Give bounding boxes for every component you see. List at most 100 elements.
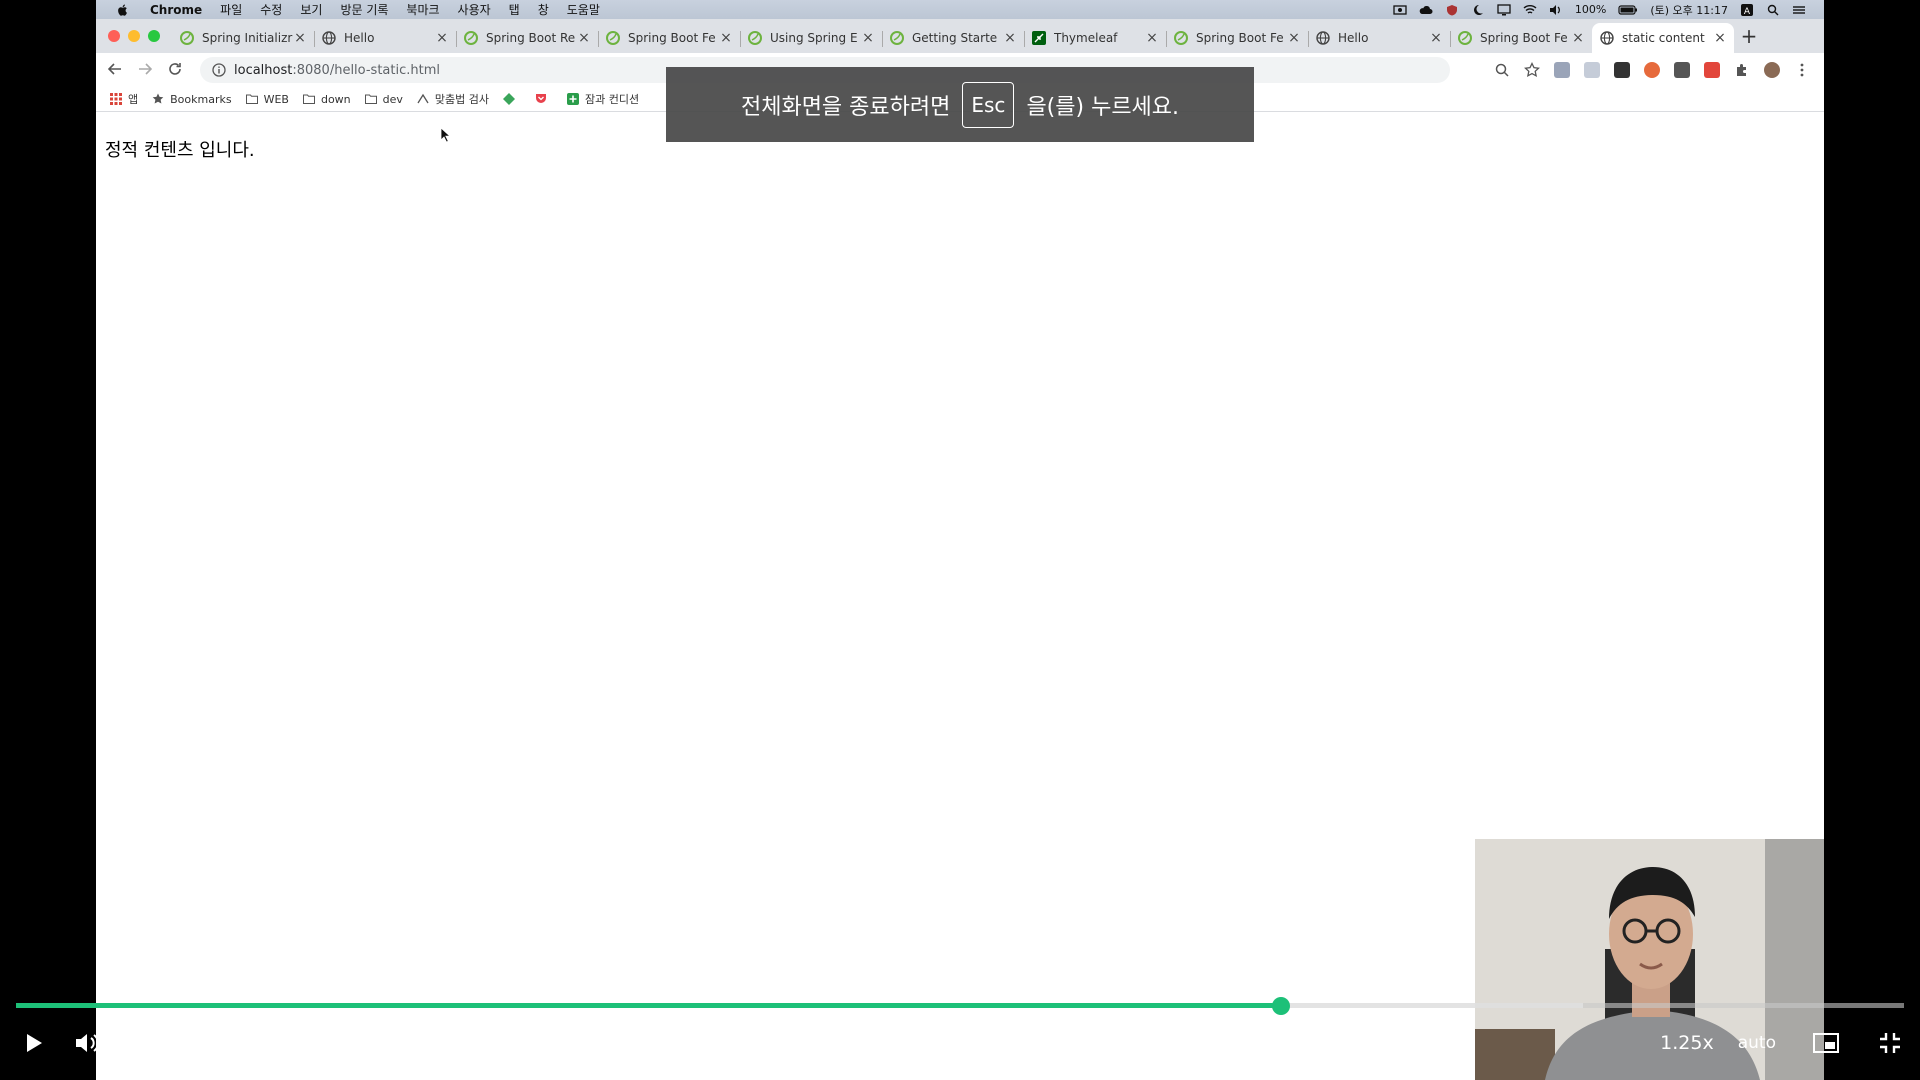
extension-orange-icon[interactable] <box>1644 62 1660 78</box>
toolbar-icons <box>1494 62 1810 78</box>
extension-translate-icon[interactable] <box>1554 62 1570 78</box>
tab-close-icon[interactable]: × <box>720 30 732 46</box>
bookmark-folder-down[interactable]: down <box>302 92 351 106</box>
fullscreen-window-button[interactable] <box>148 30 160 42</box>
macos-menubar: Chrome 파일 수정 보기 방문 기록 북마크 사용자 탭 창 도움말 10… <box>96 0 1824 19</box>
bookmark-star-icon[interactable] <box>1524 62 1540 78</box>
tab-active[interactable]: static content × <box>1592 23 1734 53</box>
menu-view[interactable]: 보기 <box>300 1 322 18</box>
bookmark-folder-dev[interactable]: dev <box>364 93 403 106</box>
bookmark-spellcheck[interactable]: 맞춤법 검사 <box>417 91 489 107</box>
green-diamond-icon <box>503 93 516 105</box>
bookmark-bookmarks[interactable]: Bookmarks <box>152 92 232 106</box>
tab[interactable]: Getting Starte × <box>882 23 1024 53</box>
wifi-icon[interactable] <box>1523 4 1537 16</box>
tab-label: Using Spring E <box>770 31 858 45</box>
tab-close-icon[interactable]: × <box>1004 30 1016 46</box>
menu-bookmarks[interactable]: 북마크 <box>406 1 439 18</box>
control-center-icon[interactable] <box>1792 4 1806 16</box>
video-progress-bar[interactable] <box>16 997 1904 1015</box>
extensions-puzzle-icon[interactable] <box>1734 62 1750 78</box>
extension-info-icon[interactable] <box>1674 62 1690 78</box>
tab-close-icon[interactable]: × <box>1430 30 1442 46</box>
site-info-icon[interactable] <box>212 63 226 77</box>
toast-text-before: 전체화면을 종료하려면 <box>740 94 951 120</box>
more-menu-icon[interactable] <box>1794 62 1810 78</box>
bookmark-folder-web[interactable]: WEB <box>245 93 289 106</box>
tab-close-icon[interactable]: × <box>578 30 590 46</box>
tab[interactable]: Thymeleaf × <box>1024 23 1166 53</box>
menu-history[interactable]: 방문 기록 <box>340 1 388 18</box>
picture-in-picture-icon <box>1813 1033 1839 1053</box>
duration: 6:31 <box>227 1033 267 1053</box>
playback-speed-button[interactable]: 1.25x <box>1660 1032 1714 1054</box>
menu-tab[interactable]: 탭 <box>509 1 520 18</box>
apple-icon[interactable] <box>116 3 130 17</box>
spellcheck-icon <box>417 93 429 104</box>
battery-percent[interactable]: 100% <box>1575 3 1606 16</box>
picture-in-picture-button[interactable] <box>1812 1029 1840 1057</box>
tab[interactable]: Spring Boot Fe × <box>1166 23 1308 53</box>
menu-file[interactable]: 파일 <box>220 1 242 18</box>
moon-icon[interactable] <box>1471 4 1485 16</box>
tab-label: Spring Boot Fe <box>628 31 716 45</box>
profile-avatar[interactable] <box>1764 62 1780 78</box>
bookmark-pocket[interactable] <box>535 93 553 105</box>
battery-icon[interactable] <box>1618 4 1638 16</box>
menu-help[interactable]: 도움말 <box>567 1 600 18</box>
tab[interactable]: Hello × <box>314 23 456 53</box>
tab[interactable]: Spring Initializr × <box>172 23 314 53</box>
tab-close-icon[interactable]: × <box>1714 30 1726 46</box>
close-window-button[interactable] <box>108 30 120 42</box>
menubar-status-area: 100% (토) 오후 11:17 A <box>1393 2 1806 18</box>
play-button[interactable] <box>20 1029 48 1057</box>
volume-icon[interactable] <box>1549 4 1563 16</box>
mouse-cursor-icon <box>440 127 452 143</box>
cloud-icon[interactable] <box>1419 4 1433 16</box>
shield-icon[interactable] <box>1445 4 1459 16</box>
menubar-datetime[interactable]: (토) 오후 11:17 <box>1650 2 1728 18</box>
tab[interactable]: Spring Boot Fe × <box>1450 23 1592 53</box>
tab-close-icon[interactable]: × <box>1572 30 1584 46</box>
quality-button[interactable]: auto <box>1738 1033 1776 1053</box>
spring-icon <box>606 31 620 45</box>
screen-record-icon[interactable] <box>1393 4 1407 16</box>
tab[interactable]: Spring Boot Fe × <box>598 23 740 53</box>
tab-close-icon[interactable]: × <box>862 30 874 46</box>
spotlight-search-icon[interactable] <box>1766 4 1780 16</box>
bookmark-apps[interactable]: 앱 <box>110 91 138 107</box>
tab-close-icon[interactable]: × <box>1288 30 1300 46</box>
volume-button[interactable] <box>74 1029 102 1057</box>
bookmark-down-label: down <box>320 92 351 106</box>
new-tab-button[interactable]: + <box>1734 24 1764 48</box>
tab-close-icon[interactable]: × <box>1146 30 1158 46</box>
esc-key-badge: Esc <box>962 81 1015 128</box>
display-icon[interactable] <box>1497 3 1511 16</box>
menu-window[interactable]: 창 <box>538 1 549 18</box>
forward-button[interactable] <box>130 61 160 80</box>
tab-label: Spring Initializr <box>202 31 293 45</box>
address-host: localhost <box>234 62 293 78</box>
reload-button[interactable] <box>160 61 190 80</box>
exit-fullscreen-button[interactable] <box>1876 1029 1904 1057</box>
menu-app-name[interactable]: Chrome <box>150 3 202 17</box>
tab-close-icon[interactable]: × <box>436 30 448 46</box>
progress-scrubber-handle[interactable] <box>1271 997 1290 1015</box>
extension-red-icon[interactable] <box>1704 62 1720 78</box>
tab[interactable]: Spring Boot Re × <box>456 23 598 53</box>
zoom-icon[interactable] <box>1494 62 1510 78</box>
menu-profiles[interactable]: 사용자 <box>458 1 491 18</box>
bookmark-green-diamond[interactable] <box>503 93 521 105</box>
tab[interactable]: Using Spring E × <box>740 23 882 53</box>
back-button[interactable] <box>100 61 130 80</box>
minimize-window-button[interactable] <box>128 30 140 42</box>
bookmark-apps-label: 앱 <box>128 93 139 106</box>
input-source-icon[interactable]: A <box>1740 3 1754 16</box>
tab[interactable]: Hello × <box>1308 23 1450 53</box>
bookmark-sleep-condition[interactable]: 잠과 컨디션 <box>567 91 639 107</box>
bookmark-bookmarks-label: Bookmarks <box>170 92 232 106</box>
extension-dark-icon[interactable] <box>1614 62 1630 78</box>
tab-close-icon[interactable]: × <box>294 30 306 46</box>
menu-edit[interactable]: 수정 <box>260 1 282 18</box>
extension-google-translate-icon[interactable] <box>1584 62 1600 78</box>
